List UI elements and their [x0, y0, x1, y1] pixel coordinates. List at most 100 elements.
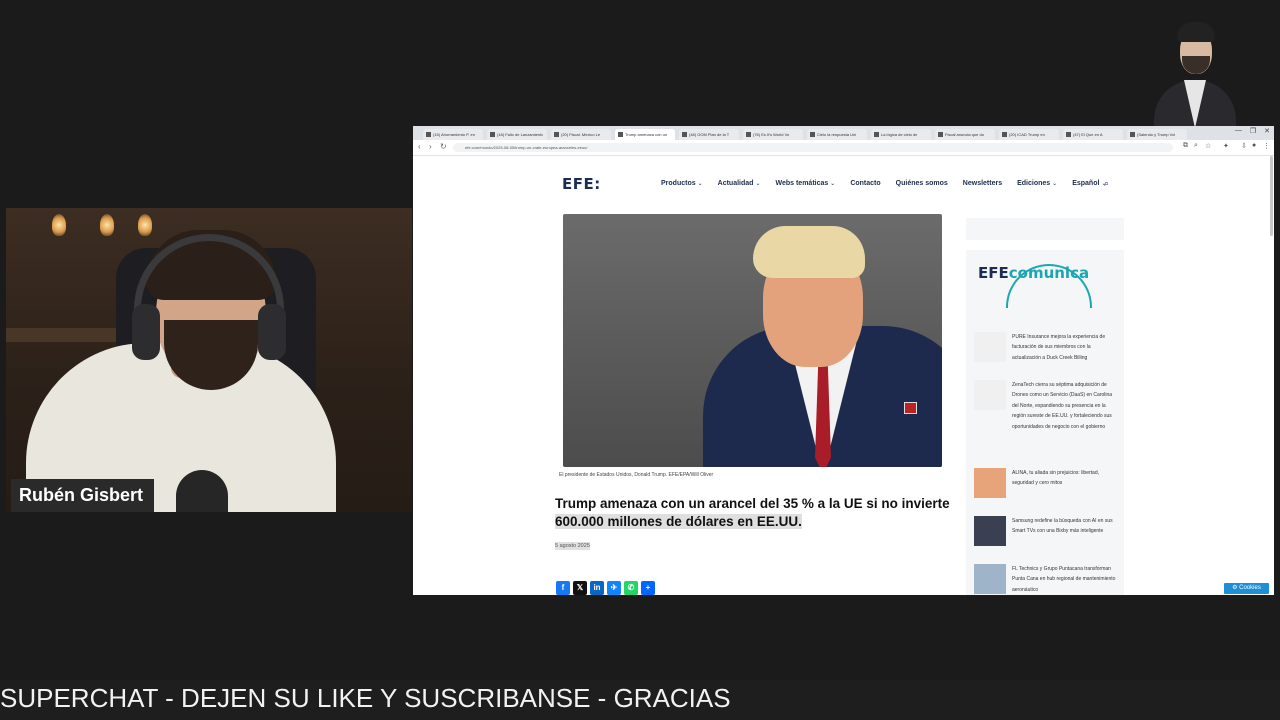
tab-title: Cielo la respuesta Uni	[817, 132, 857, 137]
maximize-button[interactable]: ❐	[1250, 127, 1256, 135]
efe-logo[interactable]: EFE:	[562, 175, 601, 193]
headphone-cup	[132, 304, 160, 360]
browser-window: (15) Ahorramiento P. en (18) Fallo de Lan…	[413, 126, 1274, 595]
browser-tab[interactable]: (47) El Que en A	[1063, 129, 1123, 140]
browser-tab[interactable]: (48) GOM Plan de la T	[679, 129, 739, 140]
nav-item[interactable]: Newsletters	[963, 180, 1002, 187]
news-title: FL Technics y Grupo Puntacana transforma…	[1012, 566, 1116, 593]
window-controls: — ❐ ✕	[1235, 127, 1270, 135]
article-hero-image	[563, 214, 942, 467]
close-button[interactable]: ✕	[1264, 127, 1270, 135]
reload-icon[interactable]: ↻	[440, 142, 447, 151]
tab-title: (20) ICAD Trump en	[1009, 132, 1045, 137]
favicon-icon	[1130, 132, 1135, 137]
zoom-icon[interactable]: ⌕	[1194, 142, 1198, 150]
browser-tab[interactable]: La lógica de cielo de	[871, 129, 931, 140]
favicon-icon	[1066, 132, 1071, 137]
facebook-icon[interactable]: f	[556, 581, 570, 595]
linkedin-icon[interactable]: in	[590, 581, 604, 595]
bluesky-icon[interactable]: ✈	[607, 581, 621, 595]
install-icon[interactable]: ⧉	[1183, 142, 1188, 150]
nav-item[interactable]: Webs temáticas ⌄	[775, 180, 835, 187]
url-bar[interactable]: efe.com/mundo/2025-08-05/trump-un-crate-…	[453, 143, 1173, 152]
news-thumbnail	[974, 468, 1006, 498]
whatsapp-icon[interactable]: ✆	[624, 581, 638, 595]
nav-item-label: Productos	[661, 180, 696, 187]
favicon-icon	[810, 132, 815, 137]
browser-tab[interactable]: Cielo la respuesta Uni	[807, 129, 867, 140]
efecomunica-logo[interactable]: EFEcomunica	[978, 264, 1089, 282]
minimize-button[interactable]: —	[1235, 127, 1242, 135]
chevron-down-icon: ⌄	[755, 181, 761, 187]
news-thumbnail	[974, 332, 1006, 362]
browser-tab[interactable]: (18) Fallo de Lanzamiento	[487, 129, 547, 140]
flag-pin-icon	[904, 402, 917, 414]
photo-hair	[753, 226, 865, 278]
lamp-light	[52, 214, 66, 236]
nav-item[interactable]: Quiénes somos	[896, 180, 948, 187]
nav-item-label: Actualidad	[717, 180, 754, 187]
tab-title: (20) Fiscal. Mexico Le	[561, 132, 601, 137]
article-headline: Trump amenaza con un arancel del 35 % a …	[555, 495, 955, 531]
nav-item[interactable]: Español ⌄	[1072, 180, 1106, 187]
news-thumbnail	[974, 516, 1006, 546]
nav-item-label: Quiénes somos	[895, 180, 948, 187]
nav-item-label: Ediciones	[1017, 180, 1051, 187]
nav-item-label: Español	[1072, 180, 1100, 187]
address-row: ‹ › ↻ efe.com/mundo/2025-08-05/trump-un-…	[413, 140, 1274, 156]
menu-icon[interactable]: ⋮	[1263, 142, 1270, 150]
headline-part-2-highlighted: 600.000 millones de dólares en EE.UU.	[555, 514, 802, 529]
chevron-down-icon: ⌄	[1052, 181, 1058, 187]
nav-item[interactable]: Contacto	[850, 180, 880, 187]
tab-title: La lógica de cielo de	[881, 132, 918, 137]
tab-title: (76) Es It's World Vo	[753, 132, 790, 137]
favicon-icon	[938, 132, 943, 137]
browser-tab[interactable]: (76) Es It's World Vo	[743, 129, 803, 140]
favicon-icon	[490, 132, 495, 137]
browser-tab[interactable]: (15) Ahorramiento P. en	[423, 129, 483, 140]
profile-icon[interactable]: ●	[1252, 142, 1256, 149]
logo-comunica-part: comunica	[1008, 264, 1090, 282]
bookmark-star-icon[interactable]: ☆	[1205, 142, 1211, 150]
search-icon[interactable]: ⌕	[1104, 178, 1109, 189]
browser-tab[interactable]: (20) ICAD Trump en	[999, 129, 1059, 140]
cookies-button[interactable]: ⚙ Cookies	[1224, 583, 1269, 594]
browser-tab[interactable]: Fiscal anuncia que do	[935, 129, 995, 140]
article-date: 5 agosto 2025	[555, 542, 590, 550]
chevron-down-icon: ⌄	[830, 181, 836, 187]
tab-title: (18) Fallo de Lanzamiento	[497, 132, 544, 137]
favicon-icon	[746, 132, 751, 137]
news-title: Samsung redefine la búsqueda con AI en s…	[1012, 518, 1113, 535]
back-icon[interactable]: ‹	[418, 142, 421, 151]
streamer-name-tag: Rubén Gisbert	[11, 479, 155, 512]
nav-item[interactable]: Actualidad ⌄	[718, 180, 761, 187]
page-scrollbar[interactable]	[1270, 156, 1273, 236]
webcam-video	[6, 208, 412, 512]
news-title: ALINA, tu aliada sin prejuicios: liberta…	[1012, 470, 1099, 487]
share-plus-icon[interactable]: +	[641, 581, 655, 595]
x-icon[interactable]: 𝕏	[573, 581, 587, 595]
share-buttons: f 𝕏in ✈ ✆ +	[556, 581, 655, 595]
nav-item-label: Newsletters	[962, 180, 1003, 187]
nav-item-label: Webs temáticas	[775, 180, 829, 187]
tab-title: Trump amenaza con un	[625, 132, 668, 137]
lamp-light	[138, 214, 152, 236]
browser-tab[interactable]: (20) Fiscal. Mexico Le	[551, 129, 611, 140]
tab-title: (15) Ahorramiento P. en	[433, 132, 475, 137]
nav-item-label: Contacto	[850, 180, 881, 187]
tab-title: (Salendo y Trump Vot	[1137, 132, 1176, 137]
downloads-icon[interactable]: ⇩	[1241, 142, 1247, 150]
favicon-icon	[426, 132, 431, 137]
browser-tab[interactable]: Trump amenaza con un	[615, 129, 675, 140]
forward-icon[interactable]: ›	[429, 142, 432, 151]
favicon-icon	[1002, 132, 1007, 137]
tab-title: (48) GOM Plan de la T	[689, 132, 730, 137]
browser-tab[interactable]: (Salendo y Trump Vot	[1127, 129, 1187, 140]
tab-strip: (15) Ahorramiento P. en (18) Fallo de Lan…	[413, 126, 1274, 140]
nav-item[interactable]: Productos ⌄	[661, 180, 703, 187]
nav-item[interactable]: Ediciones ⌄	[1017, 180, 1057, 187]
favicon-icon	[554, 132, 559, 137]
image-caption: El presidente de Estados Unidos, Donald …	[559, 472, 714, 478]
channel-avatar	[1150, 18, 1240, 128]
extensions-icon[interactable]: ✦	[1223, 142, 1229, 150]
